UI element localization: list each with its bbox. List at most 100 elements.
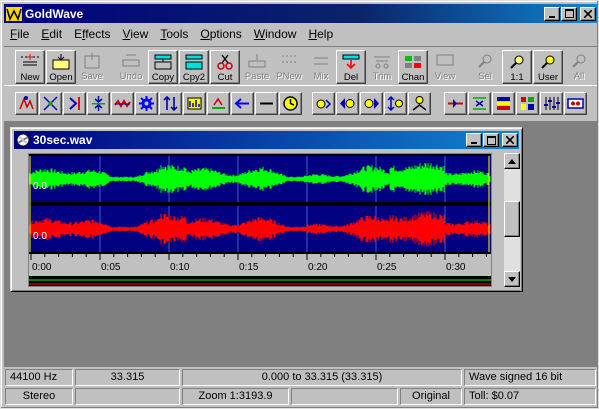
fade-effect-button[interactable] (408, 92, 431, 115)
close-button[interactable] (580, 6, 596, 21)
waveform-display[interactable]: 0.0 0.0 0:00 0:05 0:10 0:15 0:20 0:25 0:30 (28, 153, 492, 287)
zoom-all-button[interactable]: All (564, 50, 594, 84)
reverse-icon (69, 97, 80, 110)
main-toolbar: New Open Save Undo Copy Cpy2 Cut Paste P… (4, 46, 597, 86)
copy-button[interactable]: Copy (148, 50, 178, 84)
undo-button[interactable]: Undo (116, 50, 146, 84)
equalizer-effect-button[interactable] (183, 92, 206, 115)
menu-bar: File Edit Effects View Tools Options Window Hel… (4, 25, 597, 43)
volume-effect-button[interactable] (384, 92, 407, 115)
time-tick-label: 0:00 (32, 262, 52, 273)
minimize-icon (549, 15, 555, 18)
user-zoom-icon (541, 55, 555, 69)
echo-icon (19, 96, 34, 110)
minimize-icon (471, 142, 477, 144)
flange-effect-button[interactable] (39, 92, 62, 115)
zoom-1-1-button[interactable]: 1:1 (502, 50, 532, 84)
vertical-scrollbar[interactable] (504, 153, 520, 287)
reverse-effect-button[interactable] (63, 92, 86, 115)
time-tick-label: 0:05 (101, 262, 121, 273)
pitch-effect-button[interactable] (312, 92, 335, 115)
channel-swap-button[interactable] (468, 92, 491, 115)
maximize-icon (486, 135, 496, 145)
title-bar[interactable]: GoldWave (4, 4, 597, 23)
menu-options[interactable]: Options (194, 27, 247, 41)
toll-readout: Toll: $0.07 (464, 388, 596, 405)
pitch-icon (316, 99, 332, 109)
time-warp-effect-button[interactable] (279, 92, 302, 115)
scroll-down-button[interactable] (504, 271, 520, 287)
view-button[interactable]: View (430, 50, 460, 84)
user-button[interactable]: User (533, 50, 563, 84)
original-readout: Original (400, 388, 462, 405)
left-channel-level-label: 0.0 (33, 181, 47, 192)
interpolate-effect-button[interactable] (444, 92, 467, 115)
menu-help[interactable]: Help (302, 27, 339, 41)
scissors-icon (217, 54, 233, 70)
distortion-effect-button[interactable] (111, 92, 134, 115)
doppler-effect-button[interactable] (135, 92, 158, 115)
copy-icon (154, 54, 172, 70)
pan-right-effect-button[interactable] (360, 92, 383, 115)
distortion-icon (114, 99, 131, 108)
sound-file-title: 30sec.wav (33, 133, 93, 147)
menu-tools[interactable]: Tools (154, 27, 194, 41)
properties-button[interactable] (564, 92, 587, 115)
delete-button[interactable]: Del (336, 50, 366, 84)
scroll-thumb[interactable] (504, 201, 520, 237)
offset-effect-button[interactable] (231, 92, 254, 115)
menu-edit[interactable]: Edit (35, 27, 68, 41)
maximize-button[interactable] (561, 6, 577, 21)
save-button[interactable]: Save (77, 50, 107, 84)
effects-toolbar (4, 89, 597, 119)
paste-new-icon (282, 55, 296, 63)
menu-view[interactable]: View (117, 27, 155, 41)
time-tick-label: 0:10 (170, 262, 190, 273)
trim-icon (374, 56, 390, 69)
paste-button[interactable]: Paste (242, 50, 272, 84)
pan-left-effect-button[interactable] (336, 92, 359, 115)
mute-channel-button[interactable] (492, 92, 515, 115)
open-file-icon (52, 54, 70, 70)
doc-minimize-button[interactable] (466, 133, 482, 147)
sample-rate-readout: 44100 Hz (5, 369, 73, 386)
doc-close-button[interactable] (502, 133, 518, 147)
echo-effect-button[interactable] (15, 92, 38, 115)
menu-file[interactable]: File (4, 27, 35, 41)
save-icon (84, 53, 100, 69)
select-button[interactable]: Sel (470, 50, 500, 84)
new-button[interactable]: New (15, 50, 45, 84)
filter-effect-button[interactable] (207, 92, 230, 115)
mix-icon (314, 57, 328, 65)
compressor-effect-button[interactable] (87, 92, 110, 115)
spectrum-button[interactable] (516, 92, 539, 115)
volume-arrows-icon (387, 95, 403, 112)
invert-effect-button[interactable] (159, 92, 182, 115)
properties-icon (567, 98, 584, 109)
mixer-button[interactable] (540, 92, 563, 115)
zoom-readout: Zoom 1:3193.9 (182, 388, 289, 405)
copy2-icon (185, 54, 203, 70)
silence-effect-button[interactable] (255, 92, 278, 115)
paste-new-button[interactable]: PNew (274, 50, 304, 84)
sound-file-window[interactable]: 30sec.wav 0.0 0.0 0:00 0:05 0:10 0:15 0:20 0:25… (10, 127, 523, 292)
menu-window[interactable]: Window (248, 27, 303, 41)
mix-button[interactable]: Mix (306, 50, 336, 84)
channel-button[interactable]: Chan (398, 50, 428, 84)
copy2-button[interactable]: Cpy2 (179, 50, 209, 84)
undo-icon (122, 54, 140, 67)
minimize-button[interactable] (544, 6, 560, 21)
menu-effects[interactable]: Effects (68, 27, 116, 41)
doc-maximize-button[interactable] (483, 133, 499, 147)
waveform-canvas[interactable]: 0.0 0.0 0:00 0:05 0:10 0:15 0:20 0:25 0:30 (28, 154, 491, 286)
fade-icon (412, 96, 427, 111)
right-channel-level-label: 0.0 (33, 231, 47, 242)
zoom-all-icon (572, 54, 586, 68)
sound-file-title-bar[interactable]: 30sec.wav (14, 131, 519, 149)
scroll-up-button[interactable] (504, 153, 520, 169)
clock-icon (283, 96, 298, 111)
delete-icon (342, 54, 360, 70)
cut-button[interactable]: Cut (210, 50, 240, 84)
trim-button[interactable]: Trim (367, 50, 397, 84)
open-button[interactable]: Open (46, 50, 76, 84)
